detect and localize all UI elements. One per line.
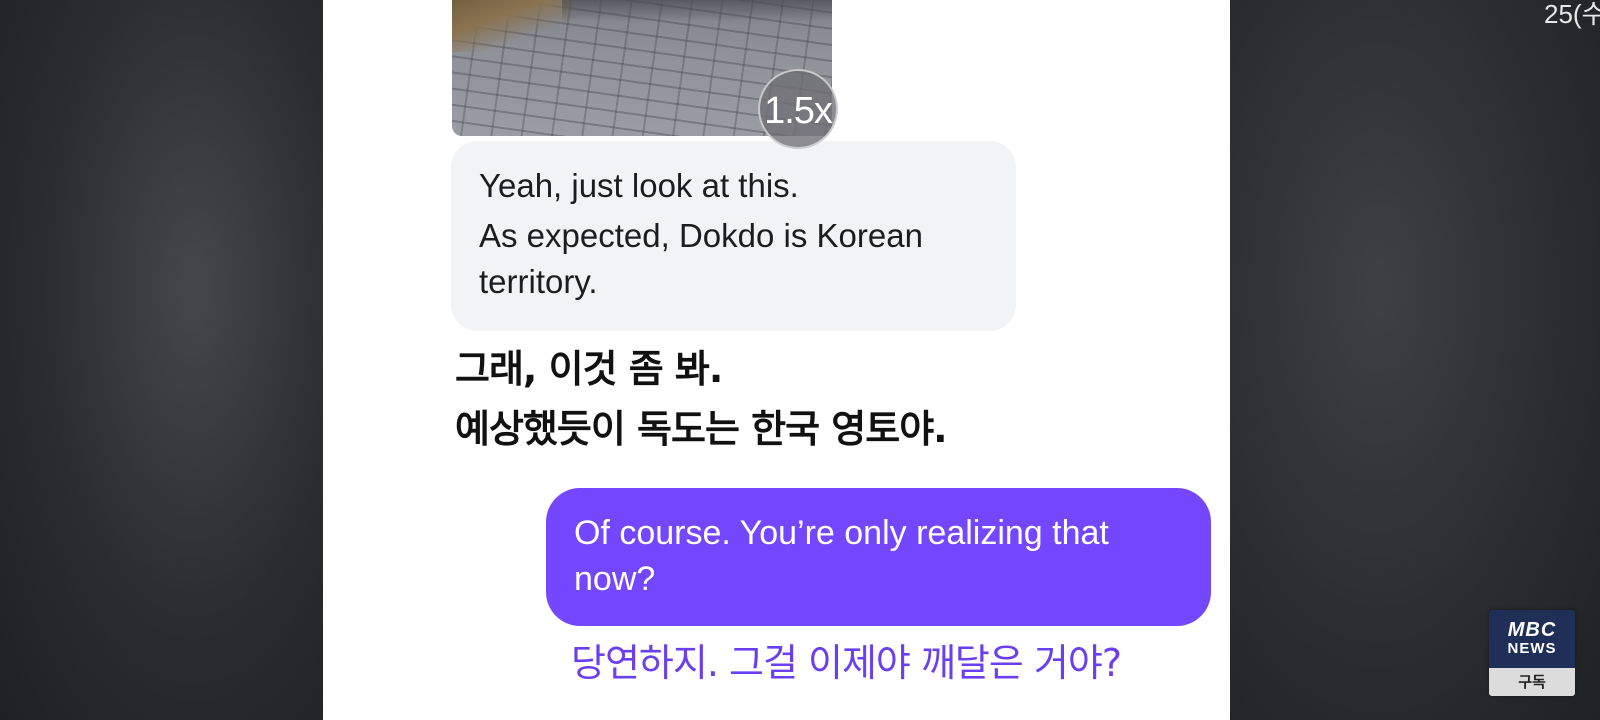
- sent-line: now?: [574, 560, 656, 598]
- received-translation-line: 예상했듯이 독도는 한국 영토야.: [455, 407, 948, 451]
- received-translation-line: 그래, 이것 좀 봐.: [455, 347, 723, 391]
- mbc-news-text: NEWS: [1507, 640, 1557, 657]
- video-frame: Yeah, just look at this. As expected, Do…: [0, 0, 1600, 720]
- mbc-logo-text: MBC: [1507, 619, 1557, 641]
- channel-logo: MBC NEWS: [1489, 610, 1575, 668]
- subscribe-label: 구독: [1489, 668, 1575, 696]
- photo-shadow: [562, 0, 832, 22]
- corner-caption: 25(수: [1544, 0, 1600, 29]
- sent-translation: 당연하지. 그걸 이제야 깨달은 거야?: [571, 641, 1122, 685]
- sent-line: Of course. You’re only realizing that: [574, 514, 1109, 552]
- received-line: territory.: [479, 263, 598, 300]
- photo-curb: [452, 0, 572, 52]
- received-message-bubble: Yeah, just look at this. As expected, Do…: [451, 141, 1016, 331]
- received-line: Yeah, just look at this.: [479, 167, 799, 204]
- sent-message-bubble: Of course. You’re only realizing that no…: [546, 488, 1211, 626]
- received-line: As expected, Dokdo is Korean: [479, 217, 923, 254]
- playback-speed-badge[interactable]: 1.5x: [758, 69, 838, 149]
- background-blur-left: [0, 0, 323, 720]
- channel-subscribe-button[interactable]: MBC NEWS 구독: [1489, 610, 1575, 696]
